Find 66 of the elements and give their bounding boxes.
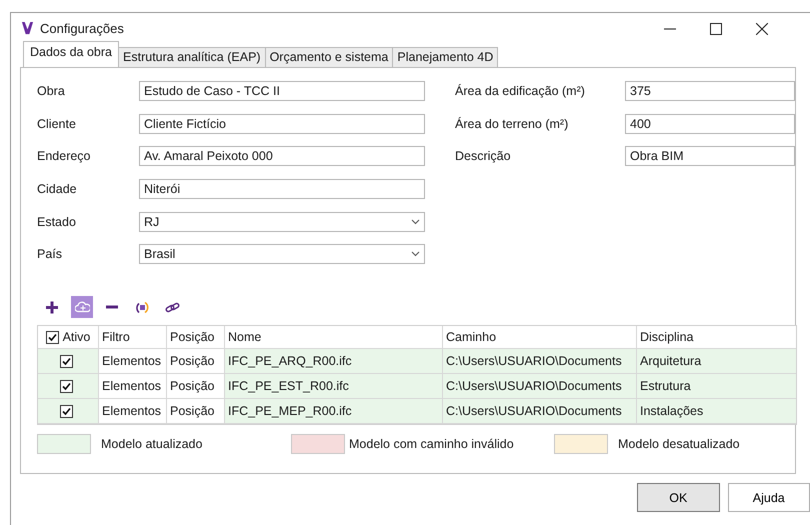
caret-icon: [411, 218, 420, 225]
tab[interactable]: Estrutura analítica (EAP): [118, 47, 266, 67]
input-field[interactable]: Cliente Fictício: [139, 114, 425, 134]
tab[interactable]: Planejamento 4D: [392, 47, 498, 67]
plus-icon: [44, 300, 60, 315]
table-row[interactable]: Elementos Posição IFC_PE_EST_R00.ifc C:\Users\USUARIO\Documents Estrutura: [38, 374, 796, 400]
tab[interactable]: Dados da obra: [23, 41, 120, 67]
input-field[interactable]: Av. Amaral Peixoto 000: [139, 146, 425, 166]
table-cell: Arquitetura: [640, 354, 702, 368]
table-cell: IFC_PE_EST_R00.ifc: [228, 379, 349, 394]
cloud-plus-icon: [74, 300, 90, 315]
table-cell: Elementos: [102, 379, 162, 394]
checkbox[interactable]: [60, 404, 72, 418]
dropdown[interactable]: Brasil: [139, 244, 425, 264]
help-button[interactable]: Ajuda: [728, 483, 810, 512]
table-cell: Posição: [170, 404, 214, 418]
table-row[interactable]: Elementos Posição IFC_PE_MEP_R00.ifc C:\Users\USUARIO\Documents Instalações: [38, 399, 796, 424]
maximize-icon[interactable]: [710, 22, 722, 34]
field-label: Descrição: [455, 149, 512, 164]
field-label: Área do terreno (m²): [455, 116, 570, 131]
table-cell: IFC_PE_ARQ_R00.ifc: [228, 354, 352, 368]
field-label: Estado: [37, 214, 77, 229]
column-header: Caminho: [446, 330, 496, 344]
tab[interactable]: Orçamento e sistema: [264, 47, 394, 67]
field-label: Cidade: [37, 182, 78, 196]
window-title: Configurações: [40, 21, 124, 36]
legend-label: Modelo com caminho inválido: [349, 437, 514, 452]
input-field[interactable]: Obra BIM: [625, 146, 795, 166]
input-field[interactable]: 375: [625, 81, 795, 101]
ok-button[interactable]: OK: [637, 483, 720, 512]
refresh-icon: [134, 300, 150, 315]
table-cell: Estrutura: [640, 379, 691, 394]
table-cell: IFC_PE_MEP_R00.ifc: [228, 404, 352, 418]
field-label: Cliente: [37, 116, 77, 131]
field-label: País: [37, 247, 64, 262]
table-cell: Elementos: [102, 354, 162, 368]
legend-label: Modelo atualizado: [101, 437, 202, 452]
dropdown[interactable]: RJ: [139, 212, 425, 232]
column-header: Filtro: [102, 330, 130, 344]
field-label: Endereço: [37, 149, 92, 164]
column-header: Nome: [228, 330, 262, 344]
minus-icon: [105, 305, 119, 310]
column-header: Posição: [170, 330, 214, 344]
legend-label: Modelo desatualizado: [618, 437, 740, 452]
caret-icon: [411, 251, 420, 258]
logo-icon: [21, 21, 34, 36]
table-cell: Posição: [170, 354, 214, 368]
close-icon[interactable]: [756, 22, 768, 34]
table-cell: Posição: [170, 379, 214, 394]
table-row[interactable]: Elementos Posição IFC_PE_ARQ_R00.ifc C:\Users\USUARIO\Documents Arquitetura: [38, 349, 796, 374]
input-field[interactable]: Estudo de Caso - TCC II: [139, 81, 425, 101]
input-field[interactable]: Niterói: [139, 179, 425, 200]
table-cell: C:\Users\USUARIO\Documents: [446, 404, 622, 418]
link-icon: [164, 300, 180, 315]
field-label: Obra: [37, 84, 66, 98]
checkbox[interactable]: [60, 354, 72, 368]
input-field[interactable]: 400: [625, 114, 795, 134]
checkbox[interactable]: [60, 380, 72, 393]
table-cell: Instalações: [640, 404, 704, 418]
table-cell: C:\Users\USUARIO\Documents: [446, 354, 622, 368]
field-label: Área da edificação (m²): [455, 84, 586, 98]
table-cell: C:\Users\USUARIO\Documents: [446, 379, 622, 394]
checkbox[interactable]: [46, 330, 59, 344]
column-header: Ativo: [62, 330, 90, 344]
table-cell: Elementos: [102, 404, 162, 418]
column-header: Disciplina: [640, 330, 694, 344]
